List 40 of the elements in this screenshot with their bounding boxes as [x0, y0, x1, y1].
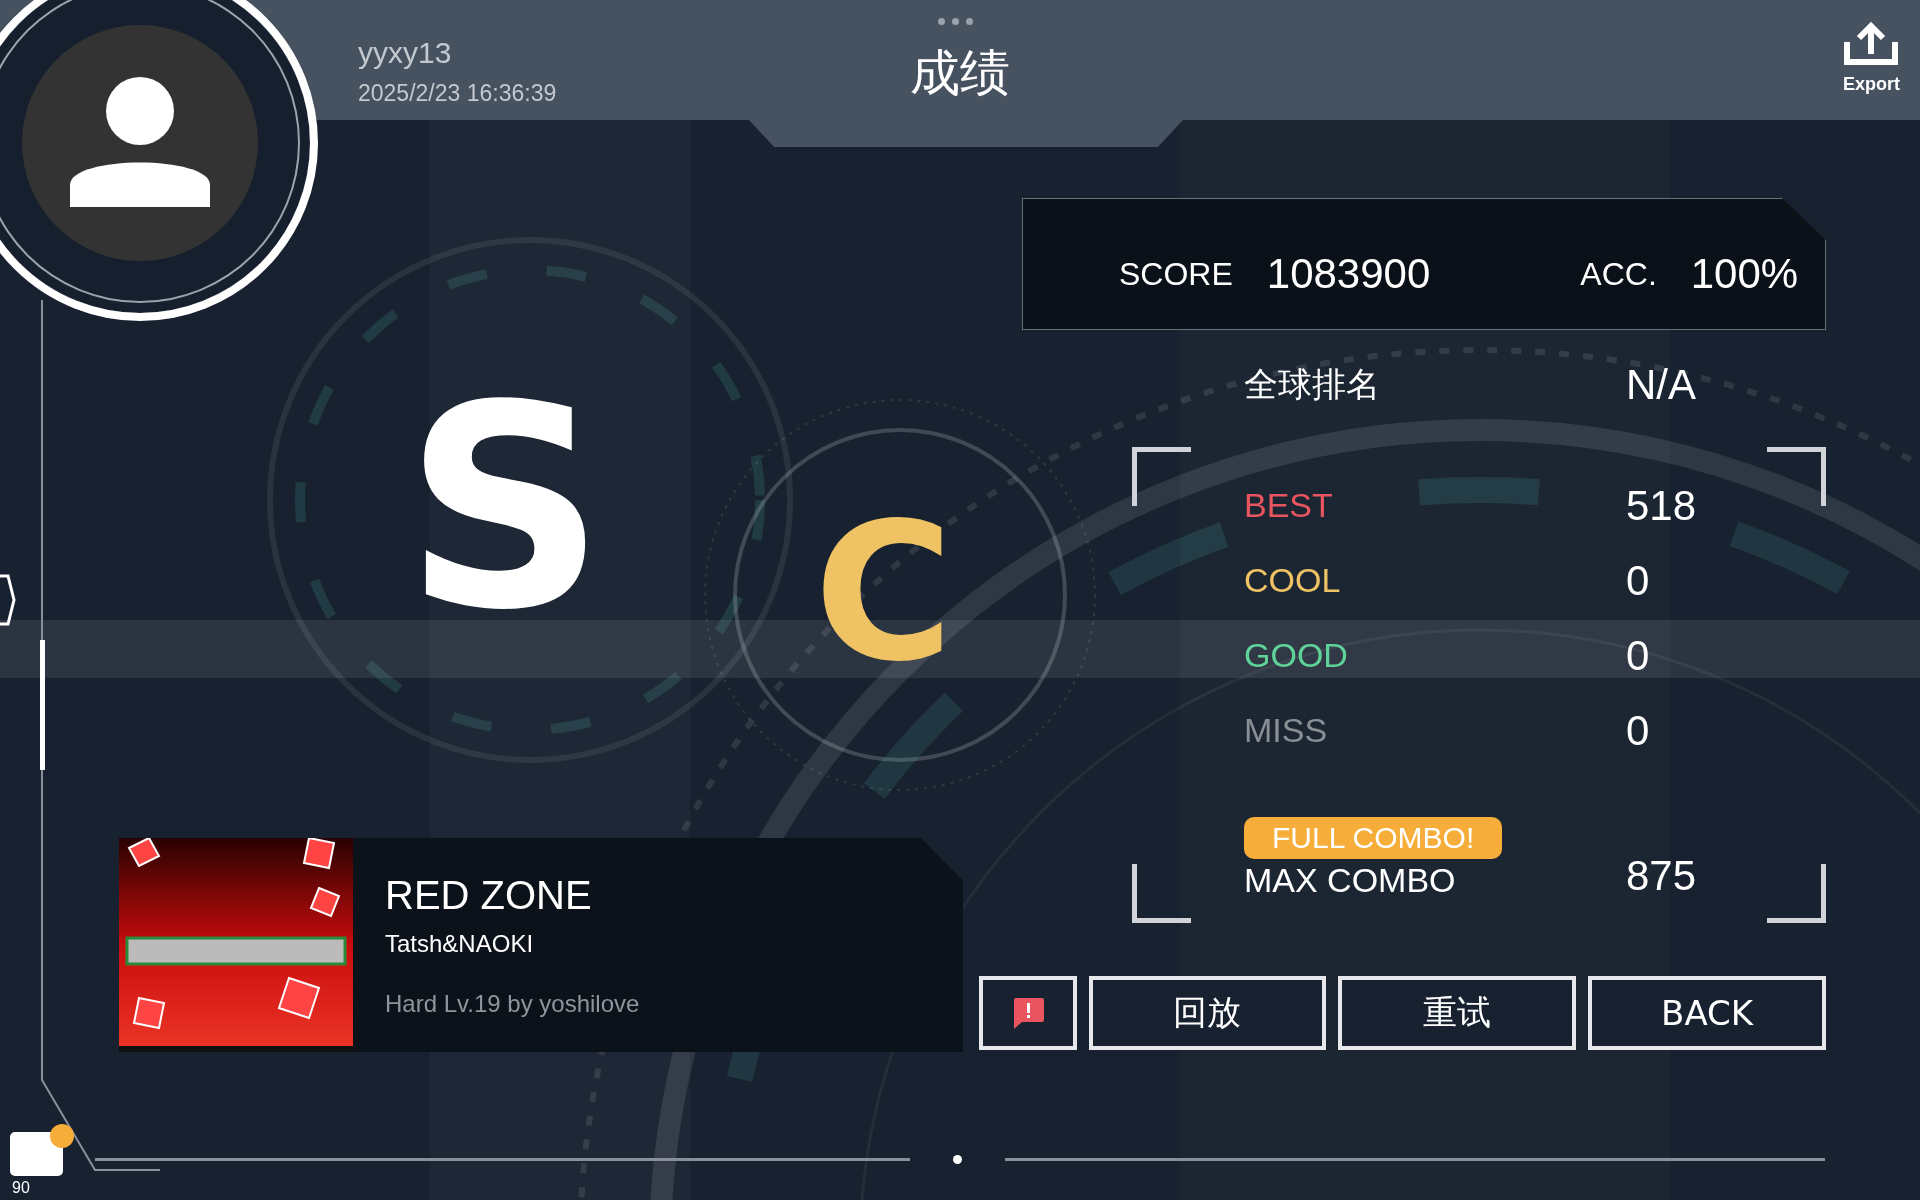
- page-dot-icon[interactable]: [953, 1155, 962, 1164]
- stat-label: MAX COMBO: [1244, 861, 1456, 900]
- export-button[interactable]: Export: [1843, 22, 1900, 95]
- song-title: RED ZONE: [385, 872, 593, 918]
- judgement-label: MISS: [1244, 711, 1329, 750]
- action-button[interactable]: 重试: [1338, 976, 1577, 1050]
- score-value: 1083900: [1266, 250, 1431, 298]
- corner-bracket: [1132, 447, 1191, 506]
- stat-value: N/A: [1626, 361, 1696, 409]
- chat-count: 90: [12, 1180, 30, 1196]
- stat-label: 全球排名: [1244, 363, 1381, 406]
- song-artist: Tatsh&NAOKI: [385, 929, 535, 958]
- grade-letter: S: [404, 368, 606, 648]
- corner-bracket: [1767, 447, 1826, 506]
- grade-letter: C: [814, 498, 954, 688]
- judgement-label: COOL: [1244, 561, 1342, 600]
- judgement-count: 0: [1626, 706, 1650, 755]
- action-button[interactable]: 回放: [1088, 976, 1327, 1050]
- player-name: yyxy13: [358, 36, 453, 70]
- judgement-label: BEST: [1244, 486, 1334, 525]
- chart-info: Hard Lv.19 by yoshilove: [385, 989, 640, 1018]
- full-combo-badge: FULL COMBO!: [1244, 817, 1503, 859]
- notification-dot-icon: [50, 1124, 74, 1148]
- play-date: 2025/2/23 16:36:39: [358, 80, 557, 107]
- upload-icon: [1843, 22, 1900, 66]
- stat-value: 875: [1626, 852, 1697, 900]
- drag-handle-icon[interactable]: [938, 18, 973, 25]
- report-button[interactable]: [979, 976, 1077, 1050]
- corner-bracket: [1767, 864, 1826, 923]
- judgement-count: 0: [1626, 631, 1650, 680]
- action-button[interactable]: BACK: [1588, 976, 1826, 1050]
- accuracy-value: 100%: [1690, 250, 1799, 298]
- judgement-label: GOOD: [1244, 636, 1349, 675]
- screen-title: 成绩: [909, 43, 1011, 104]
- corner-bracket: [1132, 864, 1191, 923]
- judgement-count: 518: [1626, 481, 1697, 530]
- avatar-icon: [22, 25, 258, 261]
- score-label: SCORE: [1119, 255, 1233, 293]
- judgement-count: 0: [1626, 556, 1650, 605]
- accuracy-label: ACC.: [1580, 255, 1657, 293]
